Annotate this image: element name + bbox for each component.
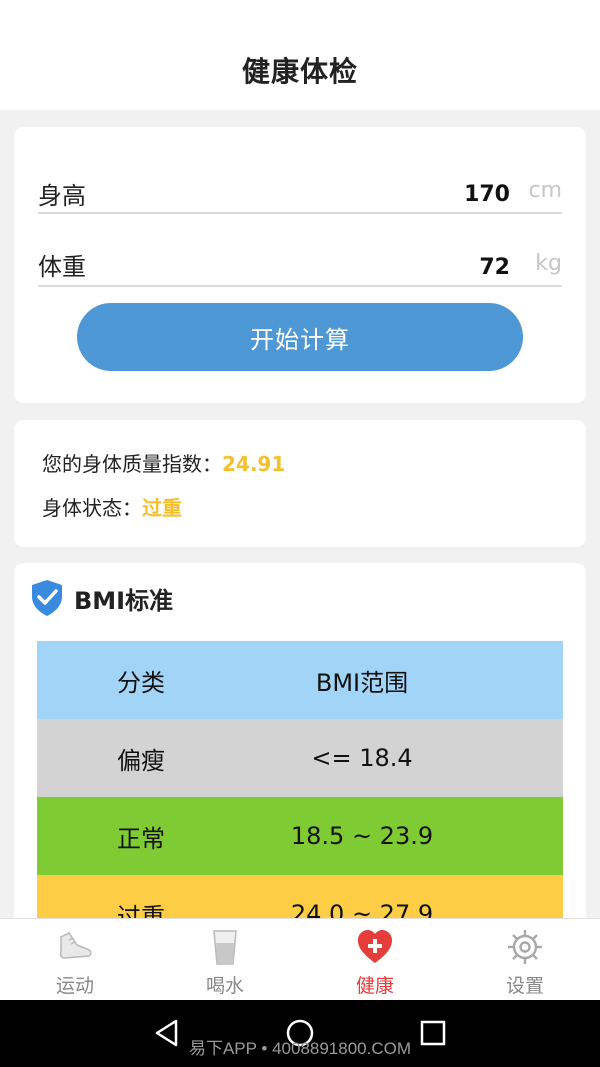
weight-input[interactable]: 72 [479,255,510,280]
weight-unit: kg [535,251,562,276]
tab-label: 设置 [505,975,544,997]
bmi-standard-title: BMI标准 [74,586,174,615]
weight-row[interactable]: 体重 72 kg [38,215,562,287]
bmi-index-label: 您的身体质量指数： [42,452,222,476]
body-status-value: 过重 [142,496,182,520]
weight-label: 体重 [38,253,86,281]
watermark: 易下APP • 4008891800.COM [188,1039,412,1058]
bmi-standard-header: BMI标准 [30,579,173,617]
gear-icon [508,930,542,964]
body-status-label: 身体状态： [42,496,142,520]
body-status-line: 身体状态：过重 [42,492,182,521]
water-glass-icon [213,930,237,965]
heart-plus-icon [358,930,392,963]
bottom-tab-bar: 运动 喝水 健康 设置 [0,918,600,1000]
bmi-standard-card: BMI标准 分类 BMI范围 偏瘦 <= 18.4 正常 18.5 ~ 23.9… [14,563,586,923]
column-header-range: BMI范围 [315,668,409,697]
tab-water[interactable]: 喝水 [150,919,300,1000]
input-card: 身高 170 cm 体重 72 kg 开始计算 [14,127,586,403]
tab-exercise[interactable]: 运动 [0,919,150,1000]
table-header-row: 分类 BMI范围 [37,641,563,719]
bmi-table: 分类 BMI范围 偏瘦 <= 18.4 正常 18.5 ~ 23.9 过重 24… [37,641,563,923]
page-title: 健康体检 [241,55,358,88]
tab-label: 喝水 [205,975,244,997]
table-row: 过重 24.0 ~ 27.9 [37,875,563,923]
start-calculate-button[interactable]: 开始计算 [77,303,523,371]
column-header-category: 分类 [117,668,165,697]
bmi-index-line: 您的身体质量指数：24.91 [42,448,285,477]
tab-settings[interactable]: 设置 [450,919,600,1000]
shield-check-icon [32,580,62,616]
result-card: 您的身体质量指数：24.91 身体状态：过重 [14,420,586,547]
table-row: 正常 18.5 ~ 23.9 [37,797,563,875]
table-row: 偏瘦 <= 18.4 [37,719,563,797]
height-input[interactable]: 170 [464,182,510,207]
height-row[interactable]: 身高 170 cm [38,142,562,214]
range-cell: 18.5 ~ 23.9 [290,822,434,850]
category-cell: 偏瘦 [117,746,165,775]
tab-label: 健康 [355,975,394,997]
tab-health[interactable]: 健康 [300,919,450,1000]
shoe-icon [59,932,92,959]
tab-label: 运动 [55,975,94,997]
range-cell: <= 18.4 [311,744,413,772]
category-cell: 正常 [117,824,165,853]
app-header: 健康体检 [0,0,600,110]
height-label: 身高 [38,182,86,210]
height-unit: cm [528,178,562,203]
bmi-index-value: 24.91 [222,452,286,476]
